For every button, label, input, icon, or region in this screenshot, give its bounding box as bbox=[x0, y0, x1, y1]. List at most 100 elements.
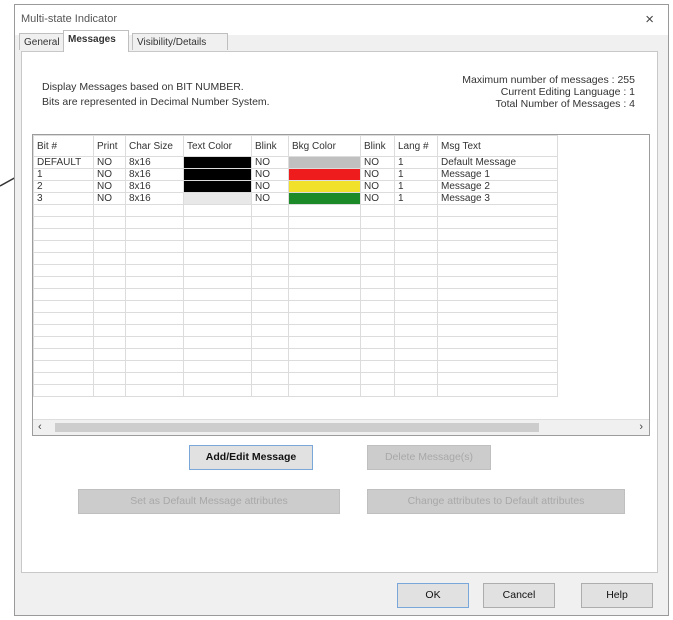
empty-table-row[interactable] bbox=[33, 204, 558, 217]
cancel-button[interactable]: Cancel bbox=[483, 583, 555, 608]
empty-table-row[interactable] bbox=[33, 336, 558, 349]
cell-print: NO bbox=[93, 192, 126, 205]
empty-cell bbox=[360, 240, 395, 253]
scroll-right-icon[interactable]: › bbox=[639, 421, 643, 433]
empty-cell bbox=[394, 228, 438, 241]
tab-visibility-details[interactable]: Visibility/Details bbox=[132, 33, 228, 50]
col-header-lang[interactable]: Lang # bbox=[394, 135, 438, 157]
bkg-color-swatch bbox=[288, 156, 361, 169]
set-default-attributes-button[interactable]: Set as Default Message attributes bbox=[78, 489, 340, 514]
empty-table-row[interactable] bbox=[33, 276, 558, 289]
empty-cell bbox=[125, 324, 184, 337]
close-icon[interactable]: × bbox=[645, 11, 654, 28]
cell-char-size: 8x16 bbox=[125, 156, 184, 169]
cell-blink2: NO bbox=[360, 156, 395, 169]
empty-cell bbox=[251, 276, 289, 289]
delete-messages-button[interactable]: Delete Message(s) bbox=[367, 445, 491, 470]
tab-messages[interactable]: Messages bbox=[63, 30, 129, 52]
table-row[interactable]: DEFAULT NO 8x16 NO NO 1 Default Message bbox=[33, 156, 558, 169]
empty-table-row[interactable] bbox=[33, 252, 558, 265]
empty-cell bbox=[183, 228, 252, 241]
empty-cell bbox=[33, 204, 94, 217]
empty-cell bbox=[437, 348, 558, 361]
table-row[interactable]: 3 NO 8x16 NO NO 1 Message 3 bbox=[33, 192, 558, 205]
change-to-default-attributes-button[interactable]: Change attributes to Default attributes bbox=[367, 489, 625, 514]
empty-table-row[interactable] bbox=[33, 228, 558, 241]
info-line-2: Bits are represented in Decimal Number S… bbox=[42, 96, 270, 108]
messages-grid[interactable]: Bit # Print Char Size Text Color Blink B… bbox=[32, 134, 650, 436]
empty-cell bbox=[394, 276, 438, 289]
empty-table-row[interactable] bbox=[33, 372, 558, 385]
tab-general[interactable]: General bbox=[19, 33, 65, 50]
empty-cell bbox=[183, 336, 252, 349]
empty-cell bbox=[125, 228, 184, 241]
empty-table-row[interactable] bbox=[33, 360, 558, 373]
empty-cell bbox=[251, 264, 289, 277]
empty-table-row[interactable] bbox=[33, 312, 558, 325]
empty-cell bbox=[288, 264, 361, 277]
col-header-bit[interactable]: Bit # bbox=[33, 135, 94, 157]
empty-cell bbox=[125, 240, 184, 253]
empty-cell bbox=[251, 324, 289, 337]
col-header-blink[interactable]: Blink bbox=[251, 135, 289, 157]
empty-cell bbox=[125, 276, 184, 289]
empty-table-row[interactable] bbox=[33, 300, 558, 313]
empty-cell bbox=[93, 240, 126, 253]
messages-table: Bit # Print Char Size Text Color Blink B… bbox=[33, 135, 558, 397]
empty-table-row[interactable] bbox=[33, 288, 558, 301]
cell-print: NO bbox=[93, 156, 126, 169]
empty-cell bbox=[394, 336, 438, 349]
empty-cell bbox=[33, 228, 94, 241]
empty-cell bbox=[33, 360, 94, 373]
bkg-color-swatch bbox=[288, 168, 361, 181]
col-header-print[interactable]: Print bbox=[93, 135, 126, 157]
empty-cell bbox=[183, 300, 252, 313]
ok-button[interactable]: OK bbox=[397, 583, 469, 608]
add-edit-message-button[interactable]: Add/Edit Message bbox=[189, 445, 313, 470]
empty-cell bbox=[183, 204, 252, 217]
table-row[interactable]: 2 NO 8x16 NO NO 1 Message 2 bbox=[33, 180, 558, 193]
empty-cell bbox=[251, 384, 289, 397]
empty-cell bbox=[183, 360, 252, 373]
empty-table-row[interactable] bbox=[33, 384, 558, 397]
col-header-blink-2[interactable]: Blink bbox=[360, 135, 395, 157]
empty-cell bbox=[33, 336, 94, 349]
empty-cell bbox=[93, 216, 126, 229]
empty-cell bbox=[93, 348, 126, 361]
empty-cell bbox=[33, 264, 94, 277]
col-header-char-size[interactable]: Char Size bbox=[125, 135, 184, 157]
empty-table-row[interactable] bbox=[33, 324, 558, 337]
empty-cell bbox=[437, 216, 558, 229]
empty-table-row[interactable] bbox=[33, 348, 558, 361]
empty-cell bbox=[33, 312, 94, 325]
empty-cell bbox=[288, 288, 361, 301]
col-header-bkg-color[interactable]: Bkg Color bbox=[288, 135, 361, 157]
col-header-text-color[interactable]: Text Color bbox=[183, 135, 252, 157]
empty-cell bbox=[93, 252, 126, 265]
table-row[interactable]: 1 NO 8x16 NO NO 1 Message 1 bbox=[33, 168, 558, 181]
empty-cell bbox=[437, 300, 558, 313]
cell-char-size: 8x16 bbox=[125, 168, 184, 181]
empty-table-row[interactable] bbox=[33, 216, 558, 229]
horizontal-scrollbar[interactable]: ‹ › bbox=[33, 419, 649, 435]
help-button[interactable]: Help bbox=[581, 583, 653, 608]
empty-cell bbox=[360, 252, 395, 265]
scrollbar-thumb[interactable] bbox=[55, 423, 539, 432]
empty-table-row[interactable] bbox=[33, 264, 558, 277]
empty-cell bbox=[251, 372, 289, 385]
empty-table-row[interactable] bbox=[33, 240, 558, 253]
empty-cell bbox=[251, 252, 289, 265]
empty-cell bbox=[394, 324, 438, 337]
empty-cell bbox=[251, 204, 289, 217]
col-header-msg-text[interactable]: Msg Text bbox=[437, 135, 558, 157]
empty-cell bbox=[251, 336, 289, 349]
empty-cell bbox=[125, 372, 184, 385]
empty-cell bbox=[288, 384, 361, 397]
empty-cell bbox=[394, 348, 438, 361]
scroll-left-icon[interactable]: ‹ bbox=[38, 421, 42, 433]
empty-cell bbox=[288, 216, 361, 229]
max-messages: Maximum number of messages : 255 bbox=[462, 74, 635, 86]
empty-cell bbox=[251, 240, 289, 253]
empty-cell bbox=[288, 228, 361, 241]
cell-char-size: 8x16 bbox=[125, 192, 184, 205]
